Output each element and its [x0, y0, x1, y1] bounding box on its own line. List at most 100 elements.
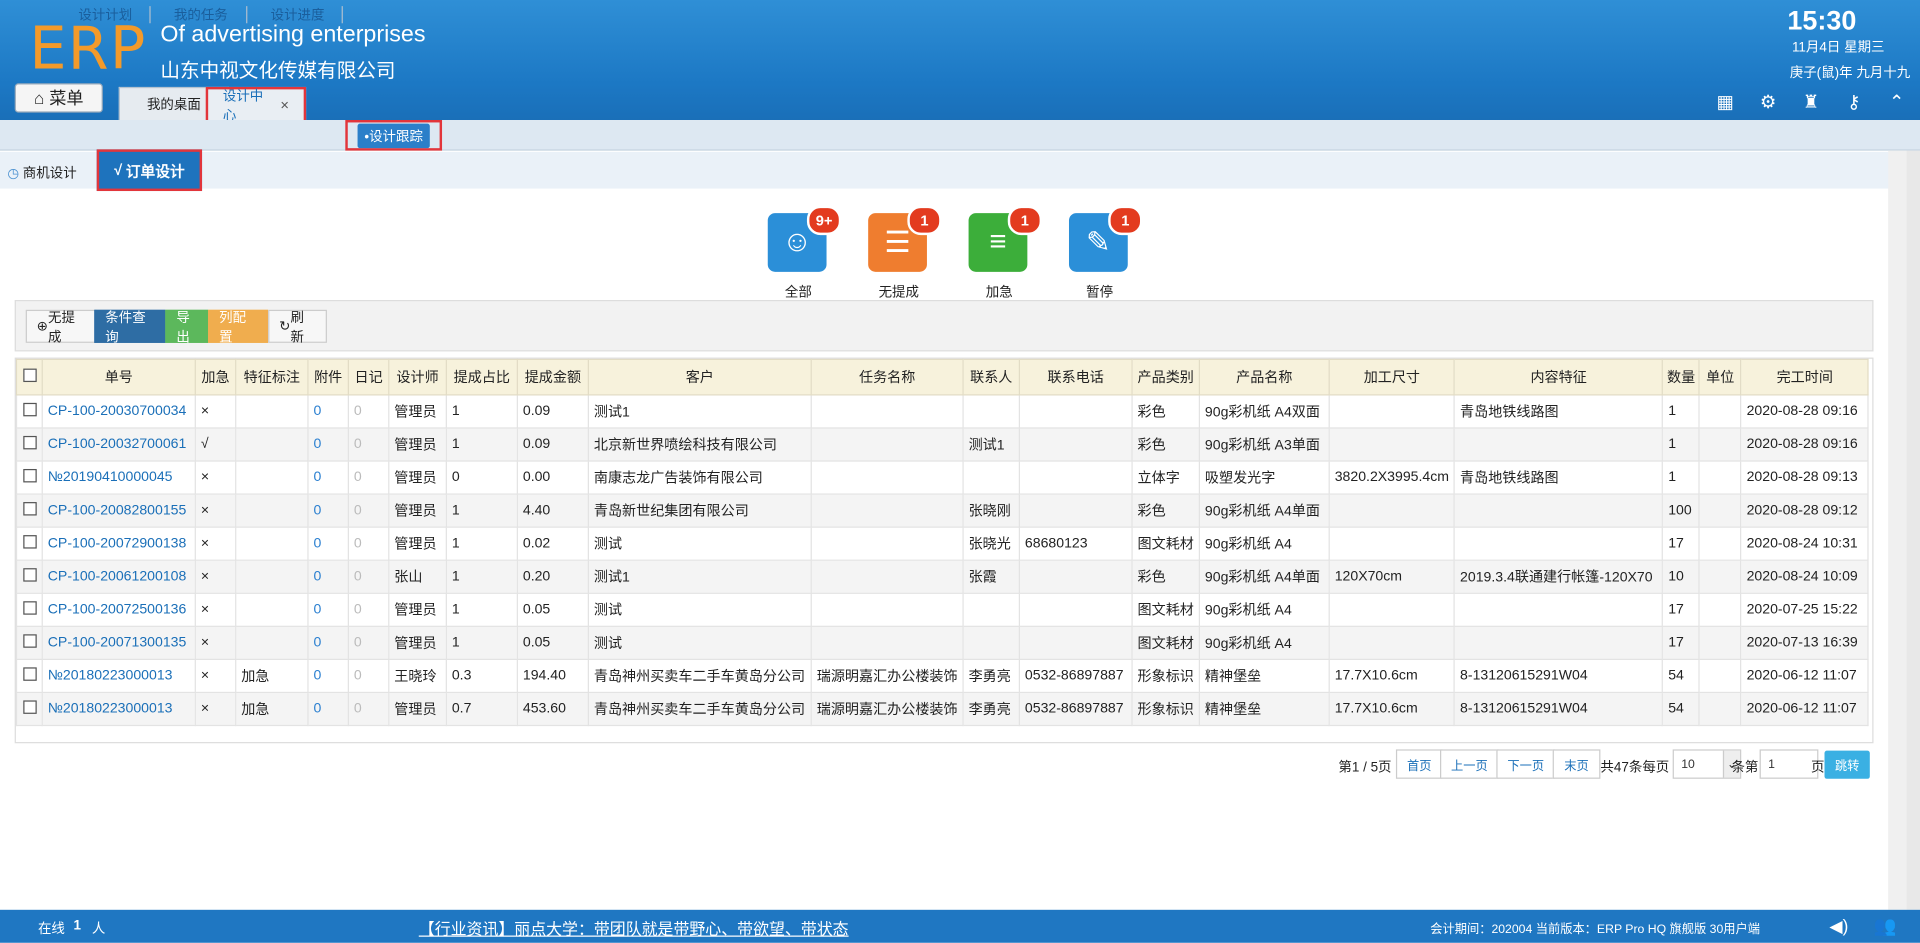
- table-row[interactable]: CP-100-20072900138 × 0 0 管理员 1 0.02 测试 张晓光 686801…: [15, 526, 1870, 561]
- tab-order-design[interactable]: √ 订单设计: [96, 149, 203, 192]
- clock: 15:30: [1787, 4, 1857, 36]
- key-icon[interactable]: ⚷: [1843, 91, 1865, 113]
- table-cell: 测试: [587, 526, 812, 561]
- export-button[interactable]: 导出: [165, 309, 209, 345]
- subnav-my-tasks[interactable]: 我的任务: [174, 5, 228, 25]
- refresh-button[interactable]: ↻ 刷新: [268, 309, 327, 345]
- no-commission-button[interactable]: ⊕ 无提成: [25, 309, 97, 345]
- last-page-button[interactable]: 末页: [1552, 749, 1601, 779]
- table-row[interactable]: №20180223000013 × 加急 0 0 王晓玲 0.3 194.40 青岛神州买卖车二…: [15, 658, 1870, 694]
- add-widget-icon[interactable]: ▦: [1714, 91, 1736, 113]
- table-cell[interactable]: CP-100-20082800155: [41, 493, 196, 528]
- table-cell: [1018, 460, 1133, 495]
- select-all-checkbox[interactable]: [15, 358, 43, 396]
- table-cell: [1328, 592, 1456, 627]
- table-row[interactable]: CP-100-20061200108 × 0 0 张山 1 0.20 测试1 张霞 彩色 90g彩机…: [15, 559, 1870, 594]
- table-cell: 0: [307, 526, 349, 561]
- subnav-design-tracking[interactable]: •设计跟踪: [345, 120, 443, 151]
- column-header: 联系电话: [1018, 358, 1133, 396]
- table-cell[interactable]: CP-100-20061200108: [41, 559, 196, 594]
- gear-icon[interactable]: ⚙: [1757, 91, 1779, 113]
- collapse-icon[interactable]: ⌃: [1886, 91, 1908, 113]
- menu-button[interactable]: ⌂ 菜单: [14, 83, 103, 113]
- subnav-design-plan[interactable]: 设计计划: [78, 5, 132, 25]
- row-checkbox[interactable]: [15, 427, 43, 462]
- category-paused[interactable]: ✎ 1 暂停: [1068, 205, 1143, 301]
- speaker-icon[interactable]: ◀): [1829, 916, 1848, 937]
- table-cell: 0: [347, 493, 390, 528]
- category-no-commission[interactable]: ☰ 1 无提成: [868, 205, 942, 301]
- status-bar: 在线 1 人 【行业资讯】丽点大学：带团队就是带野心、带欲望、带状态 会计期间：…: [0, 909, 1920, 943]
- table-cell: [1698, 427, 1742, 462]
- column-config-button[interactable]: 列配置: [208, 309, 269, 345]
- table-cell: 0: [307, 625, 349, 661]
- tab-design-center[interactable]: 设计中心 ×: [205, 86, 307, 124]
- table-cell: 4.40: [516, 493, 589, 528]
- table-row[interactable]: №20190410000045 × 0 0 管理员 0 0.00 南康志龙广告装饰有限公司 立体…: [15, 460, 1870, 495]
- row-checkbox[interactable]: [15, 526, 43, 561]
- table-cell[interactable]: №20180223000013: [41, 691, 196, 727]
- table-cell: [1328, 493, 1456, 528]
- first-page-button[interactable]: 首页: [1395, 749, 1443, 779]
- jump-button[interactable]: 跳转: [1824, 750, 1870, 779]
- table-row[interactable]: №20180223000013 × 加急 0 0 管理员 0.7 453.60 青岛神州买卖车二…: [15, 691, 1870, 727]
- shirt-icon[interactable]: ♜: [1800, 91, 1822, 113]
- query-button[interactable]: 条件查询: [94, 309, 166, 345]
- table-row[interactable]: CP-100-20071300135 × 0 0 管理员 1 0.05 测试 图文耗材 90g彩机…: [15, 625, 1870, 661]
- tab-business-design[interactable]: ◷ 商机设计: [7, 163, 76, 183]
- news-ticker[interactable]: 【行业资讯】丽点大学：带团队就是带野心、带欲望、带状态: [419, 916, 849, 939]
- table-cell: [1698, 658, 1742, 694]
- page-number-input[interactable]: 1: [1759, 749, 1819, 779]
- subnav-design-progress[interactable]: 设计进度: [271, 5, 325, 25]
- prev-page-button[interactable]: 上一页: [1440, 749, 1499, 779]
- table-cell[interactable]: CP-100-20032700061: [41, 427, 196, 462]
- table-cell[interactable]: CP-100-20072500136: [41, 592, 196, 627]
- table-cell: [1018, 625, 1133, 661]
- row-checkbox[interactable]: [15, 691, 43, 727]
- button-label: 无提成: [48, 310, 75, 345]
- table-cell[interactable]: CP-100-20072900138: [41, 526, 196, 561]
- table-row[interactable]: CP-100-20030700034 × 0 0 管理员 1 0.09 测试1 彩色 90g彩机纸…: [15, 394, 1870, 429]
- total-label: 共47条每页: [1600, 760, 1670, 776]
- vertical-scrollbar[interactable]: [1888, 150, 1907, 910]
- table-cell: ×: [194, 394, 237, 429]
- edit-icon: ✎ 1: [1068, 205, 1143, 272]
- table-cell: 0.00: [516, 460, 589, 495]
- table-cell: 青岛神州买卖车二手车黄岛分公司: [587, 691, 812, 727]
- row-checkbox[interactable]: [15, 394, 43, 429]
- table-cell: 0: [347, 526, 390, 561]
- table-cell: [1018, 427, 1133, 462]
- table-row[interactable]: CP-100-20032700061 √ 0 0 管理员 1 0.09 北京新世界喷绘科技有限…: [15, 427, 1870, 462]
- button-label: 条件查询: [105, 310, 146, 345]
- table-cell[interactable]: №20190410000045: [41, 460, 196, 495]
- next-page-button[interactable]: 下一页: [1496, 749, 1556, 779]
- table-cell: 管理员: [388, 625, 447, 661]
- table-cell: [810, 625, 964, 661]
- table-cell: 0532-86897887: [1018, 691, 1133, 727]
- table-cell[interactable]: №20180223000013: [41, 658, 196, 694]
- row-checkbox[interactable]: [15, 592, 43, 627]
- table-cell: [235, 526, 309, 561]
- table-row[interactable]: CP-100-20072500136 × 0 0 管理员 1 0.05 测试 图文耗材 90g彩机…: [15, 592, 1870, 627]
- count-badge: 1: [1108, 205, 1143, 236]
- table-cell: 120X70cm: [1328, 559, 1456, 594]
- users-icon[interactable]: 👥: [1873, 915, 1896, 937]
- row-checkbox[interactable]: [15, 625, 43, 661]
- row-checkbox[interactable]: [15, 658, 43, 694]
- row-checkbox[interactable]: [15, 493, 43, 528]
- version-info: 会计期间：202004 当前版本：ERP Pro HQ 旗舰版 30用户端: [1430, 923, 1761, 937]
- table-cell: [235, 394, 309, 429]
- table-row[interactable]: CP-100-20082800155 × 0 0 管理员 1 4.40 青岛新世纪集团有限公司…: [15, 493, 1870, 528]
- row-checkbox[interactable]: [15, 559, 43, 594]
- table-cell[interactable]: CP-100-20071300135: [41, 625, 196, 661]
- category-all[interactable]: ☺ 9+ 全部: [767, 205, 842, 301]
- category-urgent[interactable]: ≡ 1 加急: [968, 205, 1043, 301]
- outer-scrollbar[interactable]: [1906, 150, 1920, 910]
- table-cell: 1: [445, 559, 518, 594]
- table-cell: 1: [445, 394, 518, 429]
- table-cell: ×: [194, 559, 237, 594]
- table-cell: 形象标识: [1131, 691, 1201, 727]
- close-icon[interactable]: ×: [280, 97, 289, 114]
- row-checkbox[interactable]: [15, 460, 43, 495]
- table-cell[interactable]: CP-100-20030700034: [41, 394, 196, 429]
